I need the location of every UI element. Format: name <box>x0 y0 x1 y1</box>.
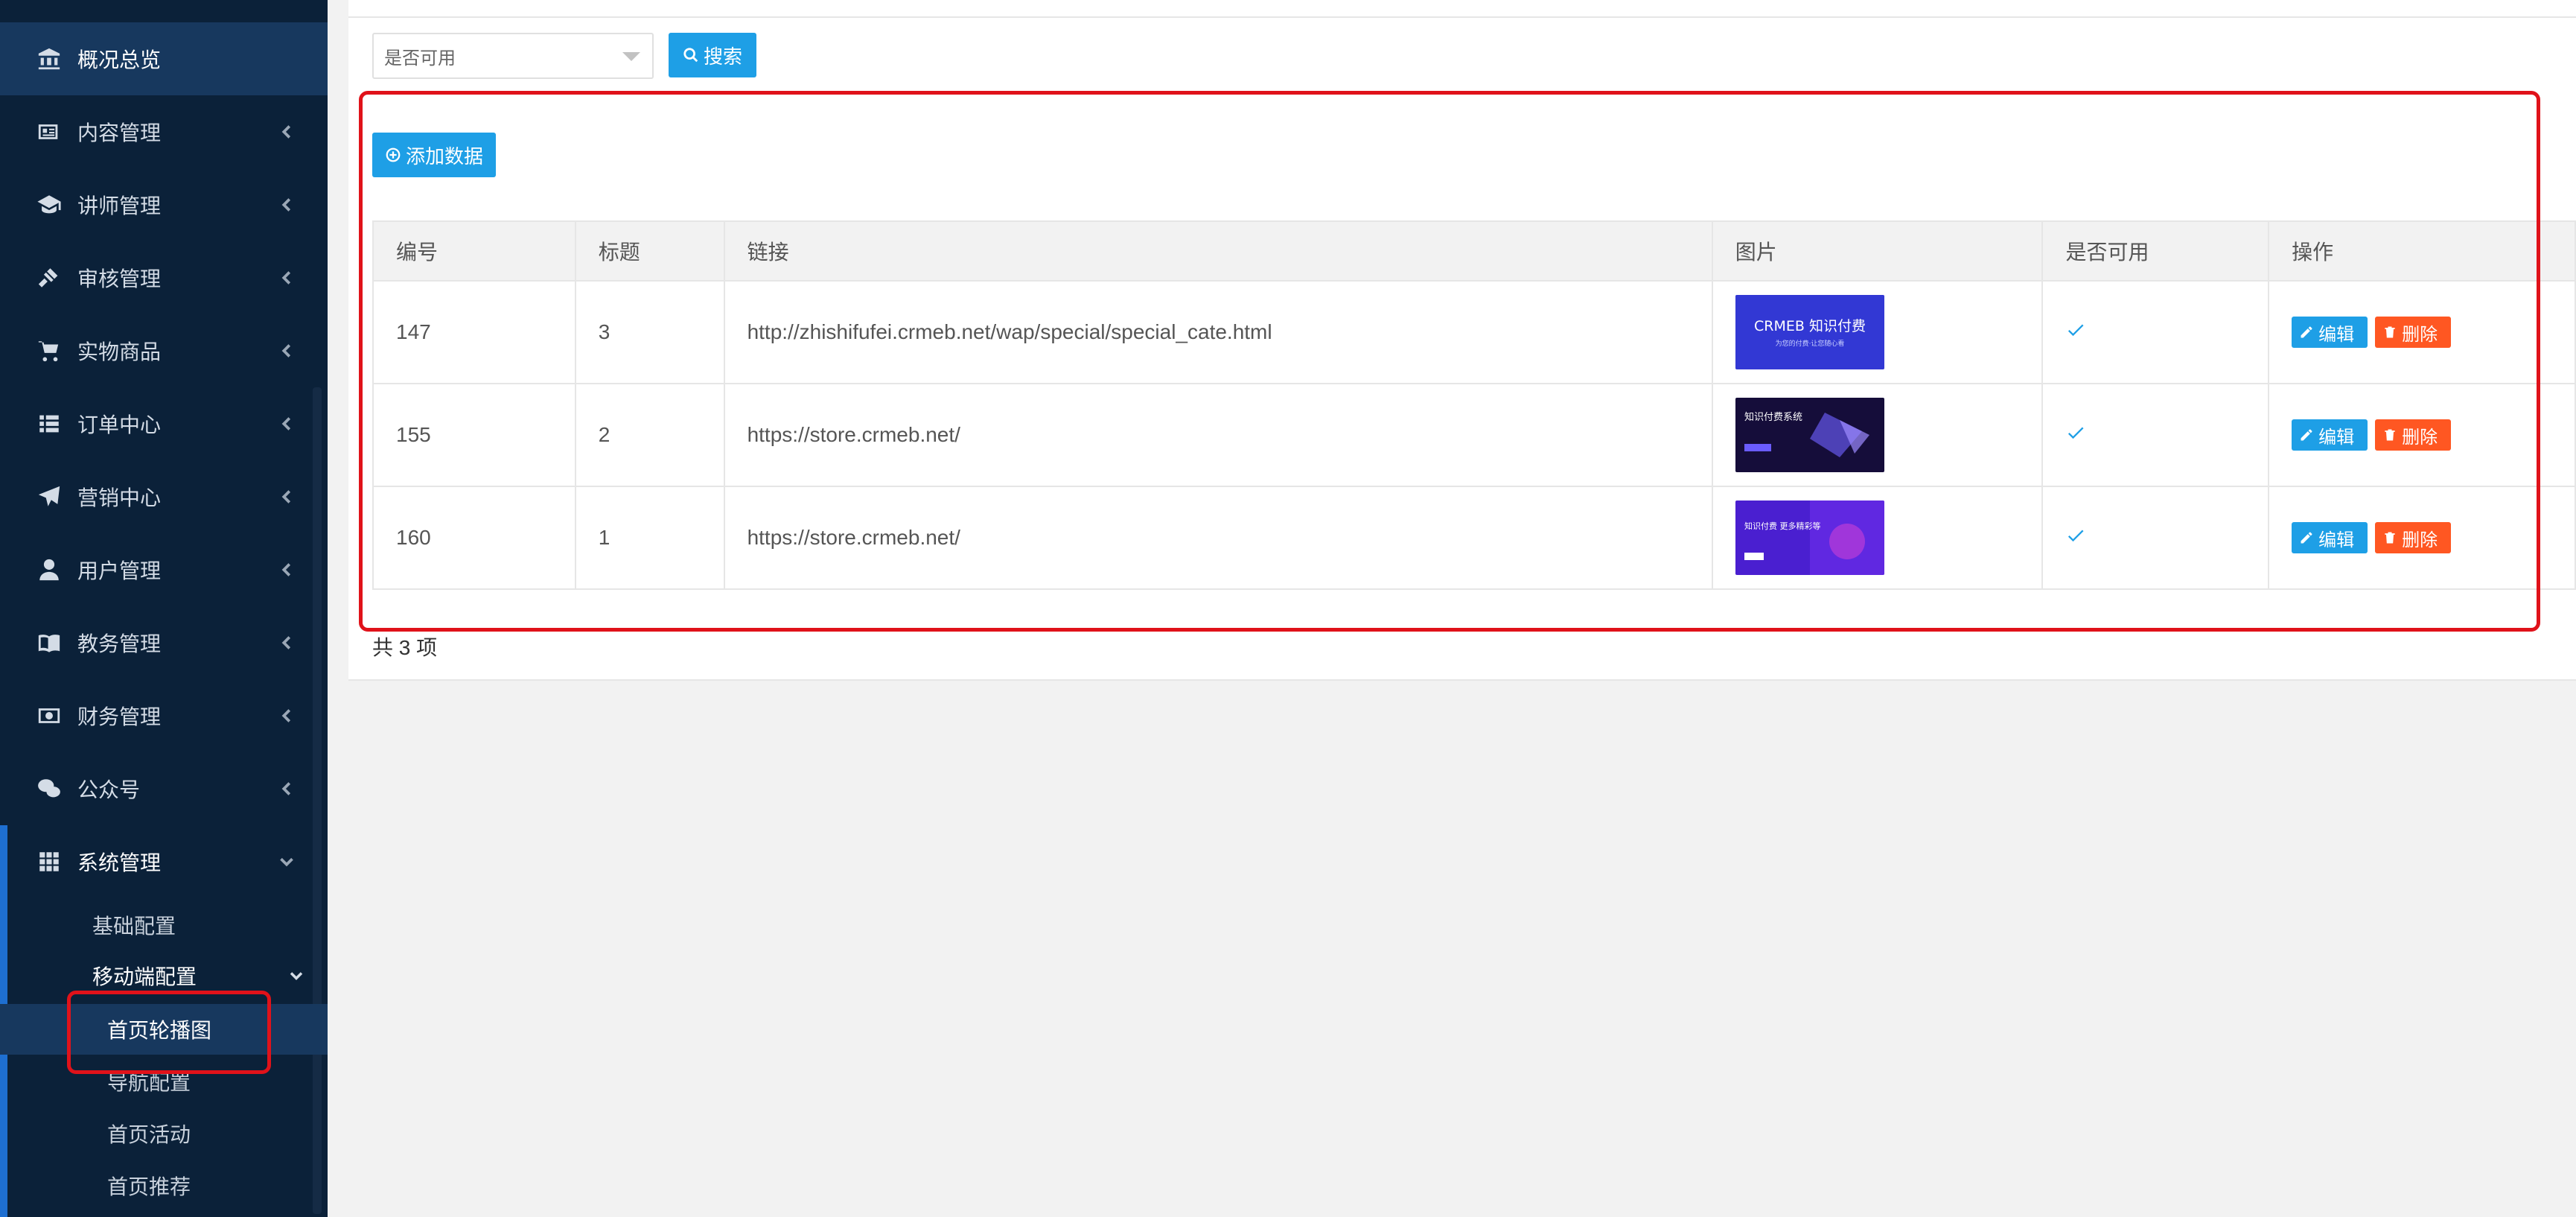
sidebar-item-review[interactable]: 审核管理 <box>0 241 328 314</box>
list-icon <box>34 409 64 439</box>
highlight-box-table <box>359 91 2540 632</box>
chevron-left-icon <box>275 267 298 289</box>
sidebar-item-label: 概况总览 <box>77 48 162 72</box>
chevron-left-icon <box>275 559 298 581</box>
gavel-icon <box>34 263 64 293</box>
sidebar-sub-label: 移动端配置 <box>92 965 197 988</box>
chevron-left-icon <box>275 632 298 654</box>
money-icon <box>34 701 64 731</box>
sidebar-item-label: 用户管理 <box>77 559 162 582</box>
sidebar-item-label: 实物商品 <box>77 340 162 363</box>
chevron-left-icon <box>275 194 298 216</box>
sidebar-item-marketing[interactable]: 营销中心 <box>0 460 328 533</box>
wechat-icon <box>34 774 64 804</box>
sidebar-item-orders[interactable]: 订单中心 <box>0 387 328 460</box>
sidebar-item-label: 讲师管理 <box>77 194 162 217</box>
sidebar-item-label: 系统管理 <box>77 851 162 874</box>
newspaper-icon <box>34 117 64 147</box>
sidebar-item-lecturer[interactable]: 讲师管理 <box>0 168 328 241</box>
sidebar-item-overview[interactable]: 概况总览 <box>0 22 328 95</box>
grid-icon <box>34 847 64 877</box>
sidebar-item-label: 公众号 <box>77 778 141 801</box>
search-button-label: 搜索 <box>703 45 742 68</box>
paper-plane-icon <box>34 482 64 512</box>
sidebar-sub-basic-config[interactable]: 基础配置 <box>0 900 328 950</box>
chevron-left-icon <box>275 705 298 727</box>
availability-select[interactable]: 是否可用 <box>372 33 654 79</box>
sidebar-item-finance[interactable]: 财务管理 <box>0 679 328 752</box>
sidebar-item-wechat[interactable]: 公众号 <box>0 752 328 825</box>
sidebar-item-academic[interactable]: 教务管理 <box>0 606 328 679</box>
caret-down-icon <box>622 52 640 61</box>
sidebar-item-content[interactable]: 内容管理 <box>0 95 328 168</box>
chevron-left-icon <box>275 413 298 435</box>
cart-icon <box>34 336 64 366</box>
chevron-left-icon <box>275 778 298 800</box>
sidebar-item-label: 内容管理 <box>77 121 162 144</box>
sidebar-sub-label: 首页活动 <box>107 1123 191 1146</box>
search-button[interactable]: 搜索 <box>669 33 756 77</box>
sidebar-item-users[interactable]: 用户管理 <box>0 533 328 606</box>
sidebar-sub-label: 基础配置 <box>92 915 176 938</box>
sidebar-item-label: 教务管理 <box>77 632 162 655</box>
sidebar-item-label: 审核管理 <box>77 267 162 290</box>
graduation-cap-icon <box>34 190 64 220</box>
sidebar-item-label: 营销中心 <box>77 486 162 509</box>
sidebar-sub-label: 首页推荐 <box>107 1175 191 1198</box>
chevron-left-icon <box>275 486 298 508</box>
select-value: 是否可用 <box>384 48 456 69</box>
sidebar-item-system[interactable]: 系统管理 <box>0 825 328 898</box>
book-icon <box>34 628 64 658</box>
sidebar-sub-home-recommend[interactable]: 首页推荐 <box>0 1160 328 1211</box>
sidebar-item-label: 订单中心 <box>77 413 162 436</box>
highlight-box-menu <box>67 991 271 1074</box>
search-icon <box>683 48 698 63</box>
chevron-left-icon <box>275 340 298 362</box>
sidebar-sub-home-activity[interactable]: 首页活动 <box>0 1108 328 1159</box>
chevron-left-icon <box>275 121 298 143</box>
chevron-down-icon <box>286 965 307 986</box>
chevron-down-icon <box>275 851 298 873</box>
bank-icon <box>34 44 64 74</box>
total-count: 共 3 项 <box>372 636 438 659</box>
sidebar-item-label: 财务管理 <box>77 705 162 728</box>
sidebar-item-goods[interactable]: 实物商品 <box>0 314 328 387</box>
filter-panel-top <box>348 0 2576 18</box>
user-icon <box>34 555 64 585</box>
